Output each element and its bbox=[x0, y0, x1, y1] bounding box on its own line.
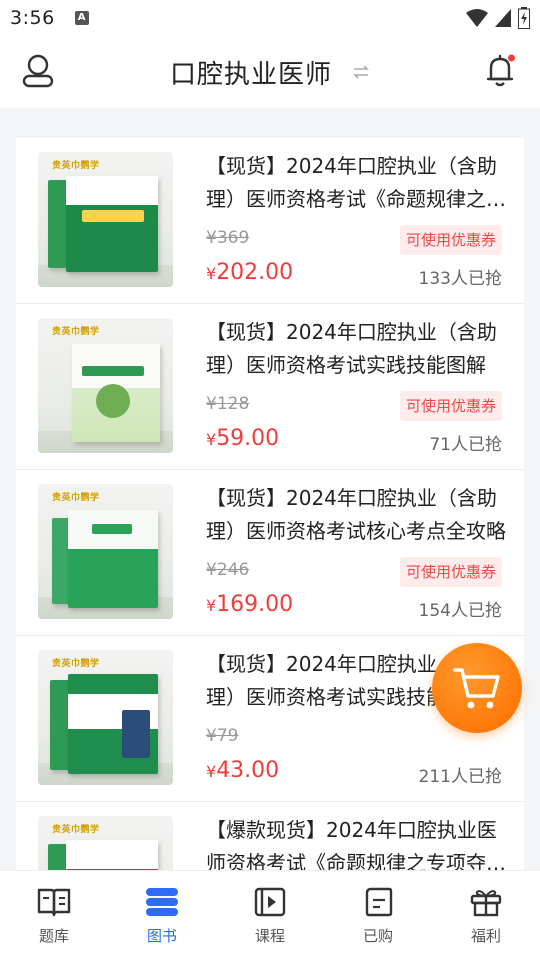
tab-label: 课程 bbox=[254, 927, 285, 945]
cart-button[interactable] bbox=[432, 643, 522, 733]
sold-count: 133人已抢 bbox=[418, 269, 502, 289]
product-card[interactable]: 贵英巾鹦学 【现货】2024年口腔执业（含助理）医师资格考试核心考点全攻略 ¥2… bbox=[16, 470, 524, 636]
header: 口腔执业医师 bbox=[0, 36, 540, 108]
product-title[interactable]: 【爆款现货】2024年口腔执业医师资格考试《命题规律之专项夺分》 bbox=[206, 814, 506, 870]
sold-count: 211人已抢 bbox=[418, 767, 502, 787]
coupon-badge[interactable]: 可使用优惠券 bbox=[399, 557, 502, 587]
tab-question-bank[interactable]: 题库 bbox=[0, 871, 108, 960]
tab-courses[interactable]: 课程 bbox=[216, 871, 324, 960]
tab-label: 已购 bbox=[362, 927, 393, 945]
product-card[interactable]: 贵英巾鹦学 【现货】2024年口腔执业（含助理）医师资格考试《命题规律之应试讲义… bbox=[16, 138, 524, 304]
original-price: ¥246 bbox=[206, 560, 250, 580]
product-title[interactable]: 【现货】2024年口腔执业（含助理）医师资格考试《命题规律之应试讲义》 bbox=[206, 150, 506, 216]
cover-logo: 贵英巾鹦学 bbox=[52, 327, 100, 337]
battery-icon bbox=[518, 7, 530, 29]
bottom-tab-bar: 题库 图书 课程 已购 福利 bbox=[0, 870, 540, 960]
video-play-icon bbox=[254, 887, 286, 917]
stack-icon bbox=[146, 888, 178, 916]
product-title[interactable]: 【现货】2024年口腔执业（含助理）医师资格考试核心考点全攻略 bbox=[206, 482, 506, 548]
product-list[interactable]: 贵英巾鹦学 【现货】2024年口腔执业（含助理）医师资格考试《命题规律之应试讲义… bbox=[16, 138, 524, 870]
product-title[interactable]: 【现货】2024年口腔执业（含助理）医师资格考试实践技能图解 bbox=[206, 316, 506, 382]
status-bar: 3:56 A bbox=[0, 0, 540, 36]
switch-icon[interactable] bbox=[352, 63, 370, 81]
original-price: ¥128 bbox=[206, 394, 250, 414]
product-cover-image[interactable]: 贵英巾鹦学 bbox=[38, 152, 173, 287]
receipt-icon bbox=[365, 887, 393, 917]
wifi-icon bbox=[466, 9, 488, 27]
original-price: ¥369 bbox=[206, 228, 250, 248]
cover-logo: 贵英巾鹦学 bbox=[52, 659, 100, 669]
sale-price: ¥59.00 bbox=[206, 426, 280, 451]
tab-label: 图书 bbox=[146, 927, 177, 945]
tab-label: 题库 bbox=[38, 927, 69, 945]
notification-bell-icon[interactable] bbox=[486, 54, 516, 88]
status-time: 3:56 bbox=[10, 7, 55, 29]
signal-icon bbox=[495, 9, 511, 27]
coupon-badge[interactable]: 可使用优惠券 bbox=[399, 225, 502, 255]
product-cover-image[interactable]: 贵英巾鹦学 bbox=[38, 816, 173, 870]
shopping-cart-icon bbox=[453, 668, 500, 709]
book-open-icon bbox=[37, 888, 71, 917]
unread-dot bbox=[508, 54, 515, 62]
product-cover-image[interactable]: 贵英巾鹦学 bbox=[38, 650, 173, 785]
cover-logo: 贵英巾鹦学 bbox=[52, 825, 100, 835]
original-price: ¥79 bbox=[206, 726, 239, 746]
sold-count: 154人已抢 bbox=[418, 601, 502, 621]
sale-price: ¥43.00 bbox=[206, 758, 280, 783]
status-icons bbox=[466, 7, 530, 29]
coupon-badge[interactable]: 可使用优惠券 bbox=[399, 391, 502, 421]
tab-purchased[interactable]: 已购 bbox=[324, 871, 432, 960]
cover-logo: 贵英巾鹦学 bbox=[52, 493, 100, 503]
sale-price: ¥202.00 bbox=[206, 260, 294, 285]
tab-label: 福利 bbox=[470, 927, 501, 945]
page-title[interactable]: 口腔执业医师 bbox=[170, 54, 332, 91]
tab-benefits[interactable]: 福利 bbox=[432, 871, 540, 960]
tab-books[interactable]: 图书 bbox=[108, 871, 216, 960]
gift-icon bbox=[470, 890, 502, 917]
sale-price: ¥169.00 bbox=[206, 592, 294, 617]
product-card[interactable]: 贵英巾鹦学 【爆款现货】2024年口腔执业医师资格考试《命题规律之专项夺分》 bbox=[16, 802, 524, 870]
product-cover-image[interactable]: 贵英巾鹦学 bbox=[38, 484, 173, 619]
cover-logo: 贵英巾鹦学 bbox=[52, 161, 100, 171]
keyboard-indicator-icon: A bbox=[74, 11, 89, 25]
product-card[interactable]: 贵英巾鹦学 【现货】2024年口腔执业（含助理）医师资格考试实践技能图解 ¥12… bbox=[16, 304, 524, 470]
user-icon[interactable] bbox=[22, 54, 54, 88]
sold-count: 71人已抢 bbox=[429, 435, 502, 455]
product-cover-image[interactable]: 贵英巾鹦学 bbox=[38, 318, 173, 453]
